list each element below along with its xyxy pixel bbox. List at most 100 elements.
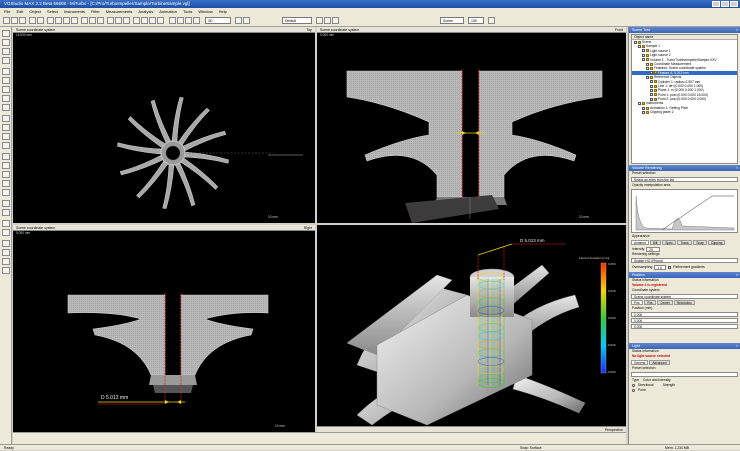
visibility-checkbox[interactable] — [642, 106, 645, 110]
rotate-tool-icon[interactable] — [2, 48, 10, 55]
horizontal-splitter[interactable] — [13, 223, 626, 225]
maximize-button[interactable] — [721, 1, 729, 7]
open-file-icon[interactable] — [11, 17, 18, 24]
vertical-splitter[interactable] — [315, 27, 317, 432]
brush-red-icon[interactable] — [2, 240, 10, 247]
light-close-icon[interactable]: × — [736, 343, 738, 349]
visibility-checkbox[interactable] — [646, 67, 649, 71]
visibility-checkbox[interactable] — [646, 75, 649, 79]
tab-center[interactable]: Center — [657, 300, 673, 305]
ruler-icon[interactable] — [89, 17, 96, 24]
coordinate-system-dropdown[interactable]: Scene coordinate system — [631, 294, 738, 299]
color-icon[interactable] — [149, 17, 156, 24]
zoom-icon[interactable] — [71, 17, 78, 24]
plane-fit-icon[interactable] — [2, 162, 10, 169]
tab-diffuse[interactable]: Diff. — [649, 240, 662, 245]
visibility-checkbox[interactable] — [650, 88, 653, 92]
menu-filter[interactable]: Filter — [91, 8, 100, 15]
visibility-checkbox[interactable] — [638, 45, 641, 49]
visibility-checkbox[interactable] — [650, 97, 653, 101]
refinement-checkbox[interactable] — [668, 265, 672, 269]
caption-icon[interactable] — [2, 209, 10, 216]
light-preset-dropdown[interactable] — [631, 372, 738, 377]
position-close-icon[interactable]: × — [736, 272, 738, 278]
visibility-checkbox[interactable] — [642, 49, 645, 53]
annotation-icon[interactable] — [2, 200, 10, 207]
magic-wand-icon[interactable] — [2, 104, 10, 111]
oversampling-input[interactable]: 1.0 — [654, 264, 667, 270]
viewport-top[interactable]: Scene coordinate system Top 16.000 mm 10… — [13, 27, 315, 223]
tab-resolution[interactable]: Resolution — [673, 300, 695, 305]
rendering-mode-dropdown[interactable]: Scatter HQ (Phong) — [631, 258, 738, 263]
distance-tool-icon[interactable] — [2, 115, 10, 122]
visibility-checkbox[interactable] — [646, 62, 649, 66]
visibility-checkbox[interactable] — [650, 93, 653, 97]
settings-icon[interactable] — [2, 267, 10, 274]
visibility-checkbox[interactable] — [642, 53, 645, 57]
visibility-checkbox[interactable] — [642, 58, 645, 62]
opacity-histogram[interactable] — [631, 189, 738, 233]
menu-analysis[interactable]: Analysis — [138, 8, 153, 15]
pan-tool-icon[interactable] — [2, 39, 10, 46]
tab-rotation[interactable]: Rot. — [644, 300, 657, 305]
scene-tree[interactable]: Object name Scene Sample 1 Light source 1L… — [631, 34, 738, 164]
visibility-checkbox[interactable] — [638, 102, 641, 106]
new-file-icon[interactable] — [3, 17, 10, 24]
ellipse-select-icon[interactable] — [2, 86, 10, 93]
zoom-select[interactable]: 100 — [468, 17, 484, 24]
cylinder-fit-icon[interactable] — [2, 180, 10, 187]
menu-instruments[interactable]: Instruments — [64, 8, 85, 15]
scene-tree-item[interactable]: Clipping plane 2 — [632, 110, 737, 114]
clipping-icon[interactable] — [2, 220, 10, 227]
rect-select-icon[interactable] — [2, 77, 10, 84]
view-top-icon[interactable] — [169, 17, 176, 24]
rotate-icon[interactable] — [63, 17, 70, 24]
visibility-checkbox[interactable] — [650, 71, 653, 75]
minimize-button[interactable] — [712, 1, 720, 7]
measure-icon[interactable] — [81, 17, 88, 24]
tab-snap[interactable]: Snap — [693, 240, 707, 245]
fit-icon[interactable] — [235, 17, 242, 24]
clip-icon[interactable] — [141, 17, 148, 24]
redo-icon[interactable] — [37, 17, 44, 24]
camera-icon[interactable] — [123, 17, 130, 24]
move-icon[interactable] — [55, 17, 62, 24]
preset-select[interactable]: 3D — [205, 17, 231, 24]
polygon-select-icon[interactable] — [2, 95, 10, 102]
save-icon[interactable] — [19, 17, 26, 24]
fill-icon[interactable] — [2, 258, 10, 265]
close-button[interactable] — [730, 1, 738, 7]
point-tool-icon[interactable] — [2, 142, 10, 149]
zoom-tool-icon[interactable] — [2, 57, 10, 64]
intensity-input[interactable]: 29 — [646, 246, 661, 252]
menu-window[interactable]: Window — [198, 8, 212, 15]
render-icon[interactable] — [157, 17, 164, 24]
menu-select[interactable]: Select — [47, 8, 58, 15]
visibility-checkbox[interactable] — [634, 40, 637, 44]
view-3d-icon[interactable] — [193, 17, 200, 24]
sphere-fit-icon[interactable] — [2, 189, 10, 196]
eraser-icon[interactable] — [2, 249, 10, 256]
angle-tool-icon[interactable] — [2, 124, 10, 131]
volume-rendering-close-icon[interactable]: × — [736, 165, 738, 171]
position-y-field[interactable]: 0.000 — [631, 318, 738, 323]
pointer-tool-icon[interactable] — [2, 30, 10, 37]
menu-tools[interactable]: Tools — [183, 8, 192, 15]
select-icon[interactable] — [47, 17, 54, 24]
visibility-checkbox[interactable] — [642, 110, 645, 114]
angle-icon[interactable] — [97, 17, 104, 24]
tab-clipping[interactable]: Clipping — [707, 240, 726, 245]
grid-mode-select[interactable]: Default — [282, 17, 312, 24]
home-icon[interactable] — [243, 17, 250, 24]
viewport-front[interactable]: Scene coordinate system Front 0.000 mm 1… — [317, 27, 626, 223]
visibility-checkbox[interactable] — [650, 84, 653, 88]
tab-ambient[interactable]: Ambient — [631, 240, 649, 245]
directional-radio[interactable] — [632, 384, 635, 387]
viewport-right[interactable]: Scene coordinate system Right 0.000 mm D… — [13, 225, 315, 432]
preset-dropdown[interactable]: Select an entry from the list — [631, 177, 738, 182]
tab-specular[interactable]: Spec. — [662, 240, 677, 245]
view-front-icon[interactable] — [177, 17, 184, 24]
undo-icon[interactable] — [29, 17, 36, 24]
crop-icon[interactable] — [2, 229, 10, 236]
tab-position[interactable]: Pos. — [631, 300, 644, 305]
